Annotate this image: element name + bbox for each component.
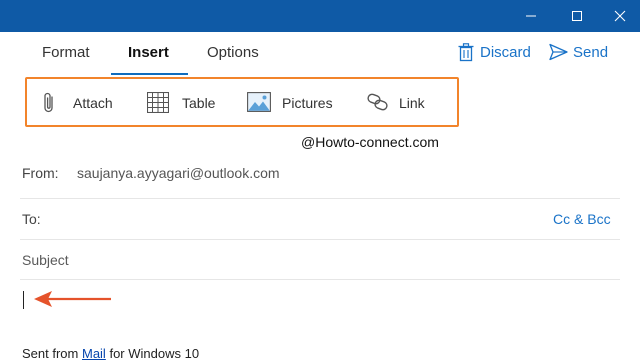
tab-format[interactable]: Format	[42, 44, 90, 62]
watermark: @Howto-connect.com	[301, 134, 439, 150]
maximize-button[interactable]	[554, 0, 600, 32]
table-label: Table	[182, 95, 216, 111]
link-icon	[367, 93, 388, 111]
divider	[20, 279, 620, 280]
send-icon	[549, 43, 568, 61]
mail-link[interactable]: Mail	[82, 346, 106, 361]
cc-bcc-button[interactable]: Cc & Bcc	[553, 211, 611, 227]
from-account[interactable]: saujanya.ayyagari@outlook.com	[77, 165, 280, 181]
picture-icon	[247, 92, 271, 112]
send-label: Send	[573, 44, 609, 61]
signature-prefix: Sent from	[22, 346, 79, 361]
title-bar	[0, 0, 640, 32]
close-button[interactable]	[600, 0, 640, 32]
paperclip-icon	[44, 92, 53, 113]
active-tab-indicator	[111, 73, 188, 75]
maximize-icon	[572, 11, 582, 21]
subject-input[interactable]	[22, 251, 602, 269]
discard-label: Discard	[480, 44, 531, 61]
insert-ribbon: Attach Table Pictures Link	[25, 77, 459, 127]
divider	[20, 239, 620, 240]
attach-label: Attach	[73, 95, 113, 111]
to-field[interactable]: To:	[22, 211, 41, 227]
from-label: From:	[22, 165, 59, 181]
link-label: Link	[399, 95, 425, 111]
minimize-button[interactable]	[508, 0, 554, 32]
tab-bar: Format Insert Options Discard Send	[0, 32, 640, 75]
tab-options[interactable]: Options	[207, 44, 259, 62]
signature-suffix: for Windows 10	[109, 346, 200, 361]
close-icon	[614, 10, 626, 22]
body-text-cursor[interactable]	[23, 291, 24, 309]
tab-insert[interactable]: Insert	[128, 44, 169, 62]
pictures-label: Pictures	[282, 95, 333, 111]
signature: Sent from Mail for Windows 10	[22, 346, 199, 361]
table-icon	[147, 92, 169, 113]
minimize-icon	[526, 15, 536, 17]
annotation-arrow-icon	[34, 291, 111, 307]
divider	[20, 198, 620, 199]
trash-icon	[458, 43, 474, 62]
